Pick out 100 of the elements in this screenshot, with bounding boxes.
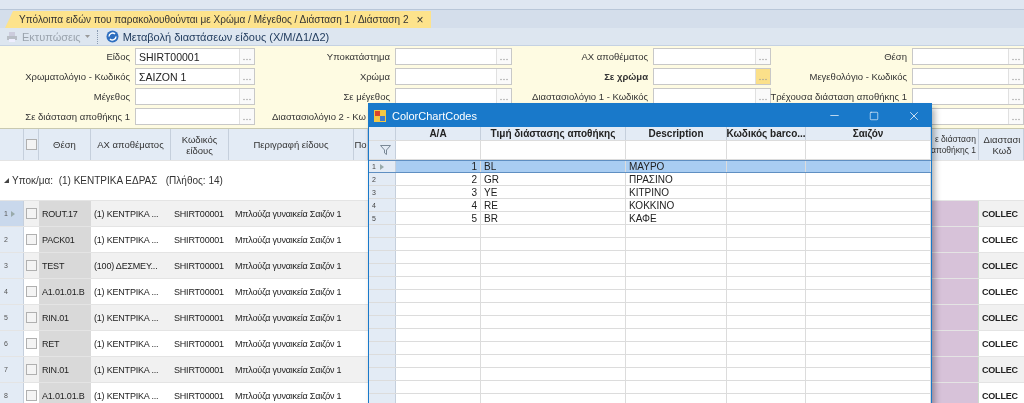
table-cell [930,253,979,278]
input-field[interactable] [912,88,1024,105]
input-field[interactable] [395,48,512,65]
column-header[interactable]: Κωδικός είδους [171,129,229,160]
table-cell: 5 [471,212,477,224]
table-cell-text: Μπλούζα γυναικεία Σαιζόν 1 [234,363,343,377]
row-header [369,342,396,354]
field-label: ΑΧ αποθέματος [581,51,648,62]
table-cell-text: COLLEC [981,337,1019,351]
row-checkbox[interactable] [26,286,37,297]
field-label: Χρώμα [359,71,390,82]
caret-icon [84,35,90,38]
input-field[interactable]: SHIRT00001 [135,48,255,65]
field-label: Μεγεθολόγιο - Κωδικός [809,71,907,82]
table-cell: BL [484,161,497,172]
table-cell: 1 [471,161,477,172]
field-label: Σε μέγεθος [343,91,390,102]
field-label: Τρέχουσα διάσταση αποθήκης 1 [770,91,907,102]
refresh-icon [105,30,119,43]
row-checkbox[interactable] [26,234,37,245]
input-field[interactable] [653,48,771,65]
column-header[interactable]: Διαστασι Κωδ [979,129,1024,160]
ellipsis-icon [243,118,251,121]
ellipsis-icon [1012,58,1020,61]
toolbar-button[interactable]: Μεταβολή διαστάσεων είδους (Χ/Μ/Δ1/Δ2) [102,28,333,45]
table-cell-text: COLLEC [981,363,1019,377]
ellipsis-icon [500,98,508,101]
close-tab-button[interactable]: × [416,12,424,27]
group-row[interactable]: Υποκ/μα: (1) ΚΕΝΤΡΙΚΑ ΕΔΡΑΣ (Πλήθος: 14) [0,175,223,186]
collapse-icon [4,178,9,183]
table-cell: RET [39,331,91,356]
document-tab[interactable]: Υπόλοιπα ειδών που παρακολουθούνται με Χρώμα / Μέγεθος / Διάσταση 1 / Διάσταση 2 × [5,11,432,28]
ellipsis-icon [243,58,251,61]
row-checkbox[interactable] [26,364,37,375]
table-cell [930,279,979,304]
ellipsis-icon [243,78,251,81]
table-cell-text: SHIRT00001 [173,363,225,377]
table-cell [930,383,979,403]
input-field[interactable] [135,88,255,105]
select-all-checkbox[interactable] [25,139,37,150]
row-header [369,303,396,315]
row-checkbox[interactable] [26,338,37,349]
table-cell: ΠΡΑΣΙΝΟ [629,173,673,185]
ellipsis-icon [759,58,767,61]
column-header[interactable]: ε διάσταση αποθήκης 1 [930,129,979,160]
table-cell-text: (1) ΚΕΝΤΡΙΚΑ ... [93,285,160,299]
table-cell: A1.01.01.B [39,279,91,304]
table-cell: RIN.01 [39,357,91,382]
table-cell-text: COLLEC [981,285,1019,299]
column-header[interactable]: Description [626,127,727,140]
table-cell [930,227,979,252]
table-cell: ΚΙΤΡΙΝΟ [629,186,669,198]
table-cell: 3 [471,186,477,198]
row-pointer-icon [10,210,15,217]
filter-icon[interactable] [380,145,391,155]
input-field[interactable] [912,68,1024,85]
column-header[interactable]: Τιμή διάστασης αποθήκης [481,127,626,140]
field-label: Σε διάσταση αποθήκης 1 [25,111,130,122]
column-header[interactable]: Σαιζόν [806,127,931,140]
row-checkbox[interactable] [26,260,37,271]
column-header[interactable]: ΑΧ αποθέματος [91,129,171,160]
table-cell: ΜΑΥΡΟ [629,161,665,172]
table-cell: 4 [471,199,477,211]
input-field[interactable]: ΣΑΙΖΟΝ 1 [135,68,255,85]
input-field[interactable] [135,108,255,125]
input-field[interactable] [653,68,771,85]
field-label: Υποκατάστημα [326,51,390,62]
column-header[interactable]: Κωδικός barco... [727,127,806,140]
column-header[interactable]: Πο [354,129,368,160]
table-cell-text: SHIRT00001 [173,233,225,247]
input-field[interactable] [912,48,1024,65]
table-cell-text: (1) ΚΕΝΤΡΙΚΑ ... [93,389,160,403]
table-cell-text: COLLEC [981,311,1019,325]
table-cell-text: Μπλούζα γυναικεία Σαιζόν 1 [234,259,343,273]
table-cell: GR [484,173,499,185]
ellipsis-icon [243,98,251,101]
row-header [369,381,396,393]
column-header[interactable]: Θέση [39,129,91,160]
row-header [369,277,396,289]
field-label: Σε χρώμα [604,71,648,82]
table-cell-text: SHIRT00001 [173,285,225,299]
table-cell-text: (1) ΚΕΝΤΡΙΚΑ ... [93,233,160,247]
table-cell-text: Μπλούζα γυναικεία Σαιζόν 1 [234,207,343,221]
field-label: Μέγεθος [93,91,130,102]
column-header[interactable]: Περιγραφή είδους [229,129,354,160]
row-checkbox[interactable] [26,208,37,219]
field-label: Θέση [884,51,907,62]
row-checkbox[interactable] [26,390,37,401]
table-cell: RE [484,199,498,211]
app-icon [374,109,386,122]
table-cell [930,201,979,226]
table-cell: RIN.01 [39,305,91,330]
column-header[interactable]: Α/Α [396,127,481,140]
table-cell [930,305,979,330]
row-checkbox[interactable] [26,312,37,323]
table-cell: A1.01.01.B [39,383,91,403]
row-header [369,225,396,237]
table-cell-text: (1) ΚΕΝΤΡΙΚΑ ... [93,337,160,351]
input-field[interactable] [395,68,512,85]
table-cell-text: COLLEC [981,233,1019,247]
